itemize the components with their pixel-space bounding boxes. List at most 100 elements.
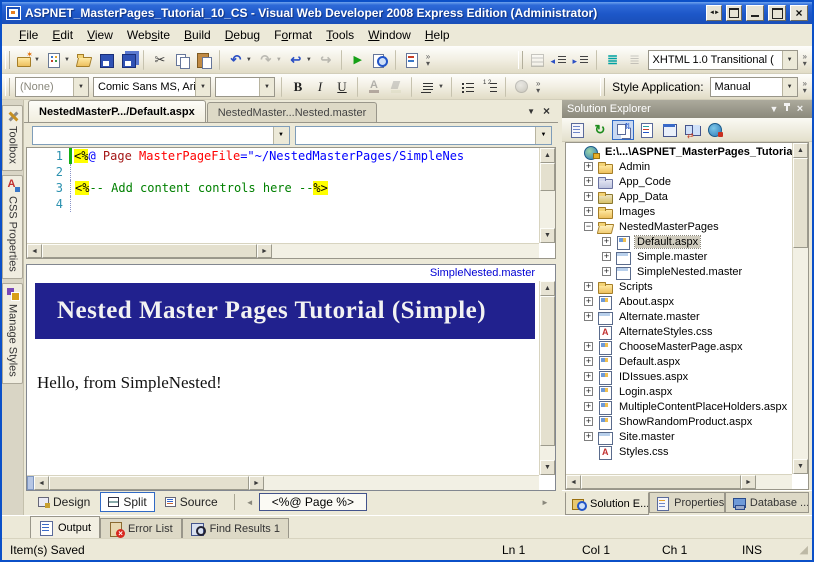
tab-list-dropdown-icon[interactable]: ▼ — [527, 107, 535, 116]
tool-window-tab[interactable]: Toolbox — [2, 105, 23, 171]
toolbar-button[interactable]: ▼ — [194, 49, 214, 70]
tool-window-tab[interactable]: CSS Properties — [2, 175, 23, 279]
tag-navigator-item[interactable]: <%@ Page %> — [259, 493, 367, 511]
tool-window-tab[interactable]: Manage Styles — [2, 283, 23, 384]
panel-tab[interactable]: Find Results 1 — [182, 518, 289, 538]
scrollbar-thumb[interactable] — [540, 296, 555, 446]
tree-expander[interactable] — [584, 207, 593, 216]
toolbar-button[interactable] — [635, 120, 657, 140]
combobox-dropdown-icon[interactable]: ▼ — [782, 78, 797, 96]
toolbar-button[interactable]: ▼ — [286, 49, 314, 70]
toolbar-button[interactable] — [681, 120, 703, 140]
tree-expander[interactable] — [584, 312, 593, 321]
close-document-icon[interactable]: × — [543, 104, 550, 118]
auto-hide-pin-icon[interactable] — [781, 103, 793, 115]
combobox-dropdown-icon[interactable]: ▼ — [73, 78, 88, 96]
combobox-dropdown-icon[interactable]: ▼ — [535, 127, 551, 144]
design-banner[interactable]: Nested Master Pages Tutorial (Simple) — [35, 283, 535, 339]
toolbar-button[interactable]: ▼ — [348, 49, 368, 70]
restore-window-icon[interactable] — [726, 5, 742, 21]
window-position-icon[interactable]: ▼ — [767, 104, 781, 114]
tree-expander[interactable] — [602, 237, 611, 246]
tree-expander[interactable] — [584, 177, 593, 186]
toolbar-overflow-icon[interactable]: »▾ — [426, 53, 430, 67]
font-family-combobox[interactable]: Comic Sans MS, Ari ▼ — [93, 77, 211, 97]
tree-item[interactable]: Default.aspx — [566, 354, 792, 369]
scroll-right-icon[interactable]: ► — [249, 476, 264, 490]
toolbar-overflow-icon[interactable]: »▾ — [803, 53, 807, 67]
toolbar-button[interactable]: ▼ — [316, 49, 336, 70]
tree-expander[interactable] — [584, 192, 593, 201]
menu-item[interactable]: Debug — [218, 25, 267, 45]
source-pane[interactable]: 1 <%@ Page MasterPageFile="~/NestedMaste… — [26, 147, 556, 259]
toolbar-button[interactable] — [566, 120, 588, 140]
tree-item[interactable]: Alternate.master — [566, 309, 792, 324]
toolbar-overflow-icon[interactable]: »▾ — [536, 80, 540, 94]
toolbar-button[interactable] — [612, 120, 634, 140]
tree-item[interactable]: Scripts — [566, 279, 792, 294]
toolbar-button[interactable]: ▼ — [364, 76, 384, 97]
menu-item[interactable]: Tools — [319, 25, 361, 45]
tree-item[interactable]: ChooseMasterPage.aspx — [566, 339, 792, 354]
document-tab[interactable]: NestedMasterP.../Default.aspx — [28, 100, 206, 122]
code-editor[interactable]: 1 <%@ Page MasterPageFile="~/NestedMaste… — [27, 148, 539, 243]
tree-item[interactable]: AlternateStyles.css — [566, 324, 792, 339]
tree-item[interactable]: Styles.css — [566, 444, 792, 459]
combobox-dropdown-icon[interactable]: ▼ — [195, 78, 210, 96]
scroll-down-icon[interactable]: ▼ — [540, 228, 555, 243]
toolbar-button[interactable]: ▼ — [226, 49, 254, 70]
scroll-left-icon[interactable]: ◄ — [27, 244, 42, 258]
tree-item[interactable]: Login.aspx — [566, 384, 792, 399]
design-pane[interactable]: SimpleNested.master Nested Master Pages … — [26, 264, 556, 491]
toolbar-button[interactable]: ▼ — [512, 76, 532, 97]
menu-item[interactable]: Edit — [45, 25, 80, 45]
design-horizontal-scrollbar[interactable]: ◄ ► — [27, 475, 539, 490]
tag-navigator-left-icon[interactable]: ◄ — [243, 494, 257, 510]
menu-item[interactable]: View — [80, 25, 120, 45]
tree-item[interactable]: Site.master — [566, 429, 792, 444]
scrollbar-thumb[interactable] — [540, 163, 555, 191]
toolbar-button[interactable]: U▼ — [332, 76, 352, 97]
object-combobox[interactable]: ▼ — [32, 126, 290, 145]
tree-item[interactable]: NestedMasterPages — [566, 219, 792, 234]
style-application-combobox[interactable]: Manual ▼ — [710, 77, 798, 97]
toolbar-button[interactable] — [589, 120, 611, 140]
toolbar-button[interactable]: ▼ — [44, 49, 72, 70]
toolbar-button[interactable]: ▼ — [172, 49, 192, 70]
toolbar-button[interactable] — [704, 120, 726, 140]
menu-item[interactable]: Website — [120, 25, 177, 45]
toolbar-grip[interactable] — [5, 78, 10, 96]
scrollbar-thumb[interactable] — [793, 158, 808, 248]
tree-expander[interactable] — [584, 282, 593, 291]
toolbar-button[interactable]: ▼ — [418, 76, 446, 97]
source-view-button[interactable]: Source — [157, 492, 226, 512]
close-button[interactable]: × — [790, 5, 808, 21]
menu-item[interactable]: Help — [418, 25, 457, 45]
tree-expander[interactable] — [584, 342, 593, 351]
scrollbar-thumb[interactable] — [581, 475, 741, 489]
tree-item[interactable]: Simple.master — [566, 249, 792, 264]
tree-expander[interactable] — [584, 402, 593, 411]
scrollbar-thumb[interactable] — [42, 244, 257, 258]
source-horizontal-scrollbar[interactable]: ◄ ► — [27, 243, 539, 258]
toolbar-button[interactable]: ▼ — [14, 49, 42, 70]
close-panel-icon[interactable]: × — [793, 103, 807, 115]
scroll-up-icon[interactable]: ▲ — [793, 143, 808, 158]
toolbar-button[interactable]: ▼ — [96, 49, 116, 70]
scroll-down-icon[interactable]: ▼ — [540, 460, 555, 475]
toolbar-grip[interactable] — [518, 51, 523, 69]
combobox-dropdown-icon[interactable]: ▼ — [782, 51, 797, 69]
master-page-label[interactable]: SimpleNested.master — [430, 267, 535, 279]
combobox-dropdown-icon[interactable]: ▼ — [259, 78, 274, 96]
toolbar-button[interactable]: ▼ — [118, 49, 138, 70]
font-size-combobox[interactable]: ▼ — [215, 77, 275, 97]
tree-item[interactable]: About.aspx — [566, 294, 792, 309]
tree-expander[interactable] — [584, 162, 593, 171]
tree-item[interactable]: E:\...\ASPNET_MasterPages_Tutoria — [566, 144, 792, 159]
tree-item[interactable]: MultipleContentPlaceHolders.aspx — [566, 399, 792, 414]
menu-item[interactable]: Build — [177, 25, 218, 45]
scrollbar-thumb[interactable] — [49, 476, 249, 490]
tree-item[interactable]: IDIssues.aspx — [566, 369, 792, 384]
toolbar-button[interactable]: I▼ — [310, 76, 330, 97]
split-view-button[interactable]: Split — [100, 492, 154, 512]
